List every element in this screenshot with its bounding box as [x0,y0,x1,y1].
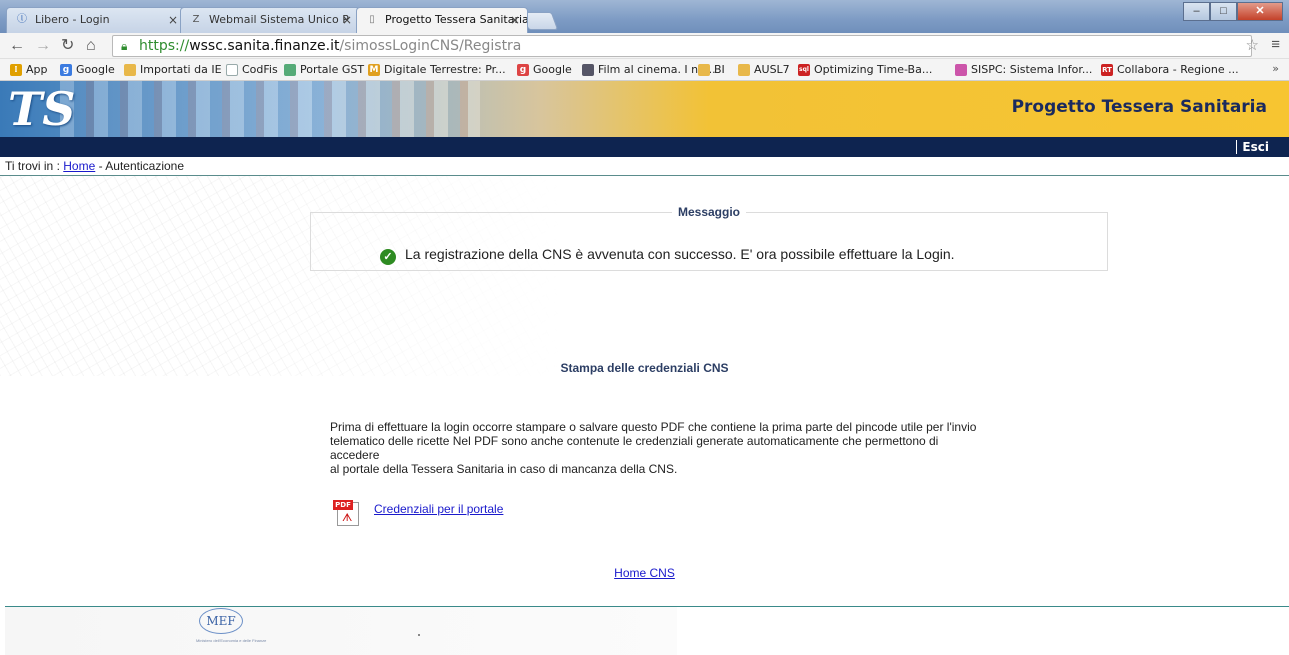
tab-title: Progetto Tessera Sanitaria [385,13,528,26]
acrobat-swirl-icon: ᗑ [342,512,353,524]
ts-logo: TS [8,82,76,136]
film-icon [582,64,594,76]
google-plus-icon: g [517,64,529,76]
credentials-pdf-link[interactable]: Credenziali per il portale [374,502,503,516]
home-icon[interactable]: ⌂ [86,36,96,56]
bookmark-item[interactable]: Portale GST [284,63,364,77]
breadcrumb-current: Autenticazione [105,159,185,173]
window-controls: – □ ✕ [1183,2,1283,21]
folder-icon [698,64,710,76]
bookmark-item[interactable]: g Google [517,63,572,77]
window-close-button[interactable]: ✕ [1237,2,1283,21]
libero-icon: ⓛ [17,14,27,25]
message-legend: Messaggio [671,205,747,219]
browser-tab-webmail[interactable]: Z Webmail Sistema Unico P × [180,7,360,33]
mef-caption: Ministero dell'Economia e delle Finanze [196,638,267,643]
home-cns-link[interactable]: Home CNS [614,566,675,580]
intro-line: Prima di effettuare la login occorre sta… [330,420,977,434]
credentials-section-title: Stampa delle credenziali CNS [560,361,729,375]
bookmark-star-icon[interactable]: ☆ [1246,36,1259,54]
credentials-intro: Prima di effettuare la login occorre sta… [330,420,980,476]
bookmark-item[interactable]: RT Collabora - Regione ... [1101,63,1239,77]
bookmark-item[interactable]: ⁞ App [10,63,48,77]
bookmark-item[interactable]: AUSL7 [738,63,790,77]
tab-title: Webmail Sistema Unico P [209,13,349,26]
lock-icon: 🔒︎ [121,39,128,53]
rt-icon: RT [1101,64,1113,76]
bookmark-item[interactable]: Film al cinema. I nu... [582,63,716,77]
apps-grid-icon: ⁞ [10,64,22,76]
footer-strip [5,607,677,655]
mef-logo: MEF [199,608,243,634]
footer-dot [418,634,420,636]
bookmarks-bar: ⁞ App g Google Importati da IE CodFis Port… [0,59,1289,81]
browser-tab-libero[interactable]: ⓛ Libero - Login × [6,7,186,33]
chart-icon [284,64,296,76]
header-photo [60,81,480,137]
url-path: /simossLoginCNS/Registra [339,38,522,54]
breadcrumb: Ti trovi in : Home - Autenticazione [5,159,184,173]
site-header-banner: TS Progetto Tessera Sanitaria [0,81,1289,137]
bookmark-item[interactable]: Importati da IE [124,63,222,77]
intro-line: telematico delle ricette Nel PDF sono an… [330,434,939,462]
folder-icon [738,64,750,76]
url-scheme: https:// [139,38,190,54]
close-icon[interactable]: × [342,8,352,32]
bookmark-item[interactable]: BI [698,63,725,77]
back-arrow-icon[interactable]: ← [9,36,25,56]
logout-link[interactable]: Esci [1242,137,1269,157]
navbar-separator [1236,140,1237,154]
breadcrumb-home-link[interactable]: Home [63,159,95,173]
maximize-button[interactable]: □ [1210,2,1237,21]
background-wave-pattern [0,176,560,376]
minimize-button[interactable]: – [1183,2,1210,21]
site-title: Progetto Tessera Sanitaria [1011,97,1267,117]
breadcrumb-separator: - [98,159,103,173]
sql-icon: sql [798,64,810,76]
my-icon: M [368,64,380,76]
forward-arrow-icon[interactable]: → [35,36,51,56]
address-bar[interactable]: 🔒︎ https://wssc.sanita.finanze.it/simossL… [112,35,1252,57]
bookmark-item[interactable]: sql Optimizing Time-Ba... [798,63,932,77]
page-icon: ▯ [369,14,375,25]
browser-toolbar: ← → ↻ ⌂ 🔒︎ https://wssc.sanita.finanze.it… [0,33,1289,59]
bookmark-item[interactable]: g Google [60,63,115,77]
bookmark-item[interactable]: SISPC: Sistema Infor... [955,63,1092,77]
pdf-badge: PDF [333,500,353,510]
folder-icon [124,64,136,76]
close-icon[interactable]: × [168,8,178,32]
success-message: La registrazione della CNS è avvenuta co… [405,246,955,262]
top-navbar: Esci [0,137,1289,157]
page-icon [226,64,238,76]
url-host: wssc.sanita.finanze.it [189,38,340,54]
sispc-icon [955,64,967,76]
bookmark-item[interactable]: M Digitale Terrestre: Pr... [368,63,506,77]
tab-title: Libero - Login [35,13,110,26]
home-cns-container: Home CNS [0,566,1289,580]
google-icon: g [60,64,72,76]
browser-tabstrip: ⓛ Libero - Login × Z Webmail Sistema Uni… [0,0,1289,33]
browser-tab-tessera[interactable]: ▯ Progetto Tessera Sanitaria × [356,7,528,33]
message-box: Messaggio ✓ La registrazione della CNS è… [310,205,1108,271]
reload-icon[interactable]: ↻ [61,36,74,56]
breadcrumb-prefix: Ti trovi in : [5,159,60,173]
menu-icon[interactable]: ≡ [1271,36,1280,53]
bookmark-item[interactable]: CodFis [226,63,278,77]
bookmarks-overflow-button[interactable]: » [1272,62,1279,75]
zimbra-icon: Z [192,14,200,25]
intro-line: al portale della Tessera Sanitaria in ca… [330,462,678,476]
pdf-icon[interactable]: PDF ᗑ [333,498,361,526]
close-icon[interactable]: × [510,8,520,32]
